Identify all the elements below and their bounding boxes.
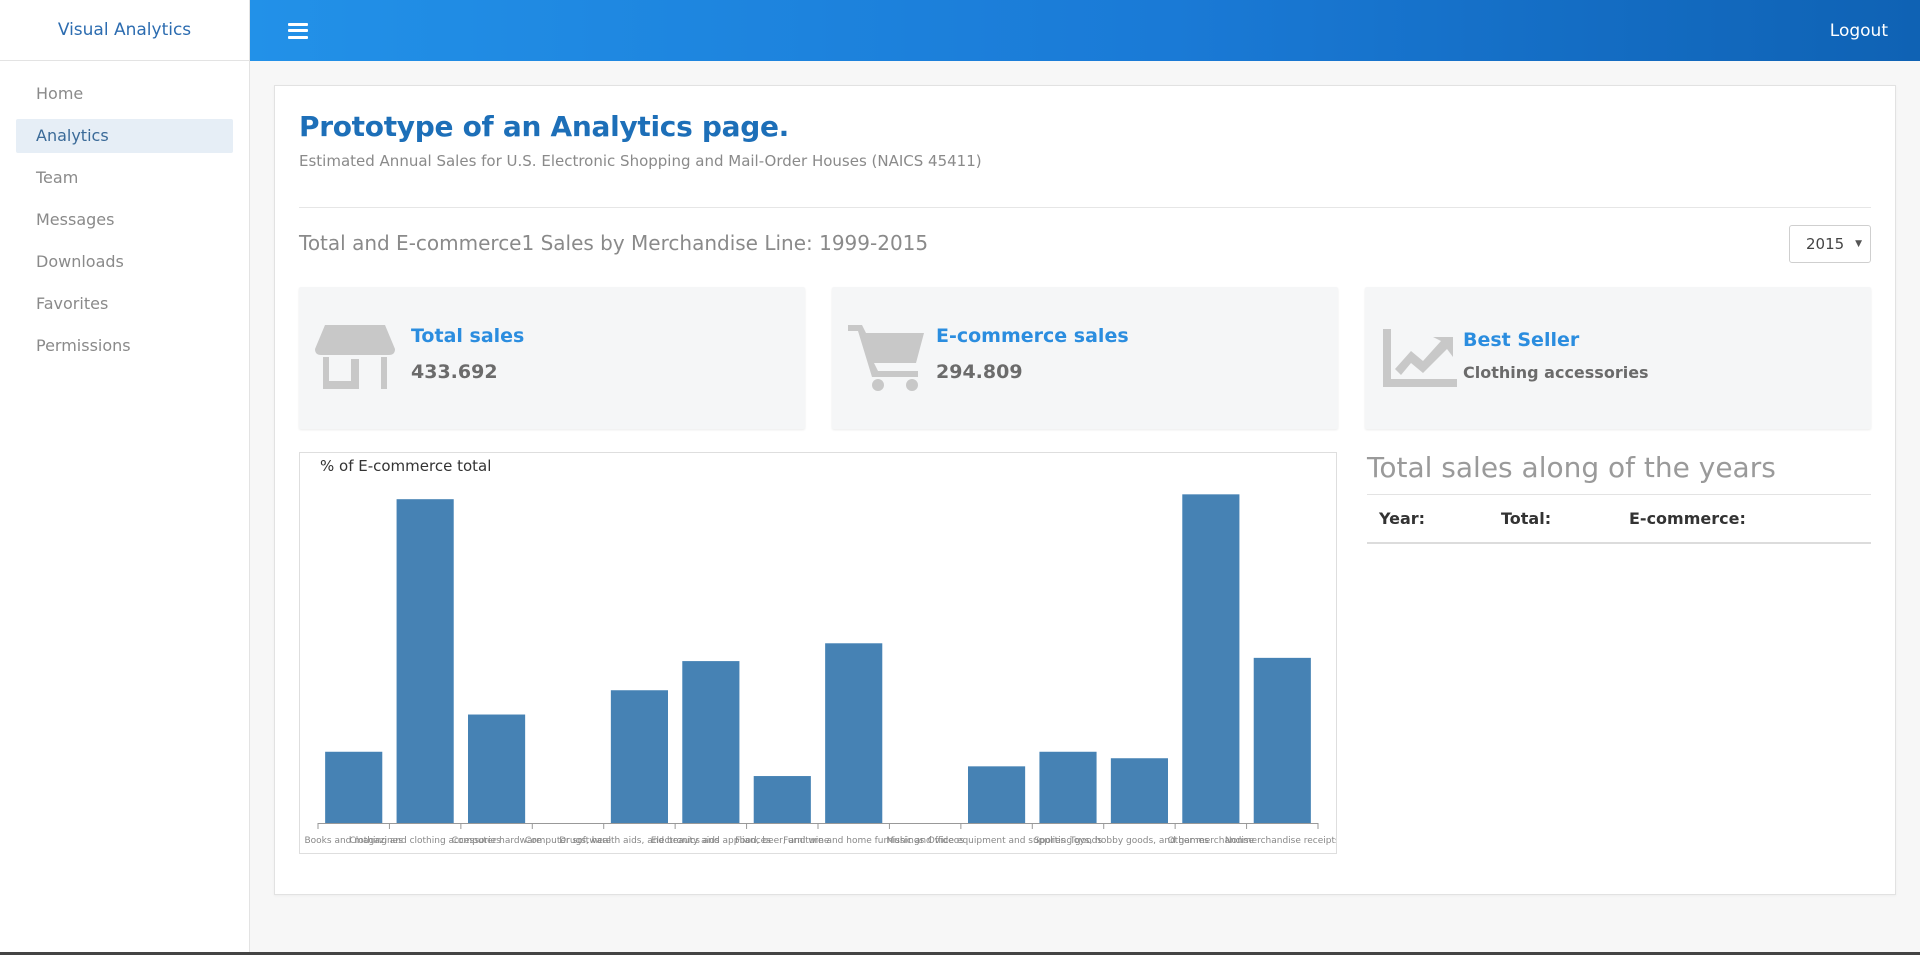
bar[interactable]	[610, 690, 668, 823]
divider	[299, 207, 1871, 208]
bar[interactable]	[968, 766, 1026, 823]
sidebar-item-team[interactable]: Team	[16, 161, 233, 195]
bar[interactable]	[753, 776, 811, 823]
bar[interactable]	[1039, 751, 1097, 823]
sidebar: Home Analytics Team Messages Downloads F…	[0, 61, 250, 955]
logout-link[interactable]: Logout	[1830, 21, 1888, 41]
year-select-value: 2015	[1806, 235, 1845, 253]
stat-card-best-seller: Best Seller Clothing accessories	[1365, 287, 1871, 429]
stat-card-total-sales: Total sales 433.692	[299, 287, 805, 429]
cart-icon	[848, 325, 924, 391]
page-title: Prototype of an Analytics page.	[299, 110, 789, 143]
sidebar-item-permissions[interactable]: Permissions	[16, 329, 233, 363]
sidebar-item-analytics[interactable]: Analytics	[16, 119, 233, 153]
analytics-card: Prototype of an Analytics page. Estimate…	[274, 85, 1896, 895]
stat-label: Total sales	[411, 325, 525, 347]
x-tick-label: Nonmerchandise receipts	[1225, 836, 1336, 846]
column-header-total: Total:	[1501, 509, 1552, 528]
trend-chart-icon	[1383, 329, 1457, 387]
bar[interactable]	[396, 499, 454, 823]
stat-value: Clothing accessories	[1463, 363, 1649, 382]
section-title: Total and E-commerce1 Sales by Merchandi…	[299, 231, 929, 255]
page-subtitle: Estimated Annual Sales for U.S. Electron…	[299, 152, 982, 170]
sales-table-header: Year: Total: E-commerce:	[1367, 494, 1871, 544]
stat-card-ecommerce-sales: E-commerce sales 294.809	[832, 287, 1338, 429]
stat-value: 294.809	[936, 361, 1023, 383]
year-select[interactable]: 2015 ▼	[1789, 225, 1871, 263]
bar-chart: % of E-commerce total Books and magazines…	[299, 452, 1337, 854]
bar-chart-svg: % of E-commerce totalBooks and magazines…	[305, 457, 1336, 846]
bar[interactable]	[1110, 758, 1168, 823]
bar[interactable]	[1253, 657, 1311, 823]
stat-label: Best Seller	[1463, 329, 1580, 351]
stat-label: E-commerce sales	[936, 325, 1129, 347]
brand[interactable]: Visual Analytics	[0, 0, 250, 61]
bar[interactable]	[468, 714, 526, 823]
stat-value: 433.692	[411, 361, 498, 383]
top-navbar: Logout	[250, 0, 1920, 61]
sidebar-item-downloads[interactable]: Downloads	[16, 245, 233, 279]
column-header-year: Year:	[1379, 509, 1426, 528]
column-header-ecommerce: E-commerce:	[1629, 509, 1746, 528]
bar[interactable]	[825, 643, 883, 823]
bar[interactable]	[682, 661, 740, 823]
bar[interactable]	[1182, 494, 1240, 823]
brand-label: Visual Analytics	[57, 20, 192, 40]
store-icon	[315, 325, 395, 389]
sidebar-item-messages[interactable]: Messages	[16, 203, 233, 237]
bar[interactable]	[325, 751, 383, 823]
hamburger-menu-icon[interactable]	[288, 22, 308, 39]
caret-down-icon: ▼	[1855, 239, 1862, 249]
y-axis-label: % of E-commerce total	[320, 457, 491, 475]
right-panel-title: Total sales along of the years	[1367, 451, 1776, 484]
sidebar-item-home[interactable]: Home	[16, 77, 233, 111]
sidebar-item-favorites[interactable]: Favorites	[16, 287, 233, 321]
